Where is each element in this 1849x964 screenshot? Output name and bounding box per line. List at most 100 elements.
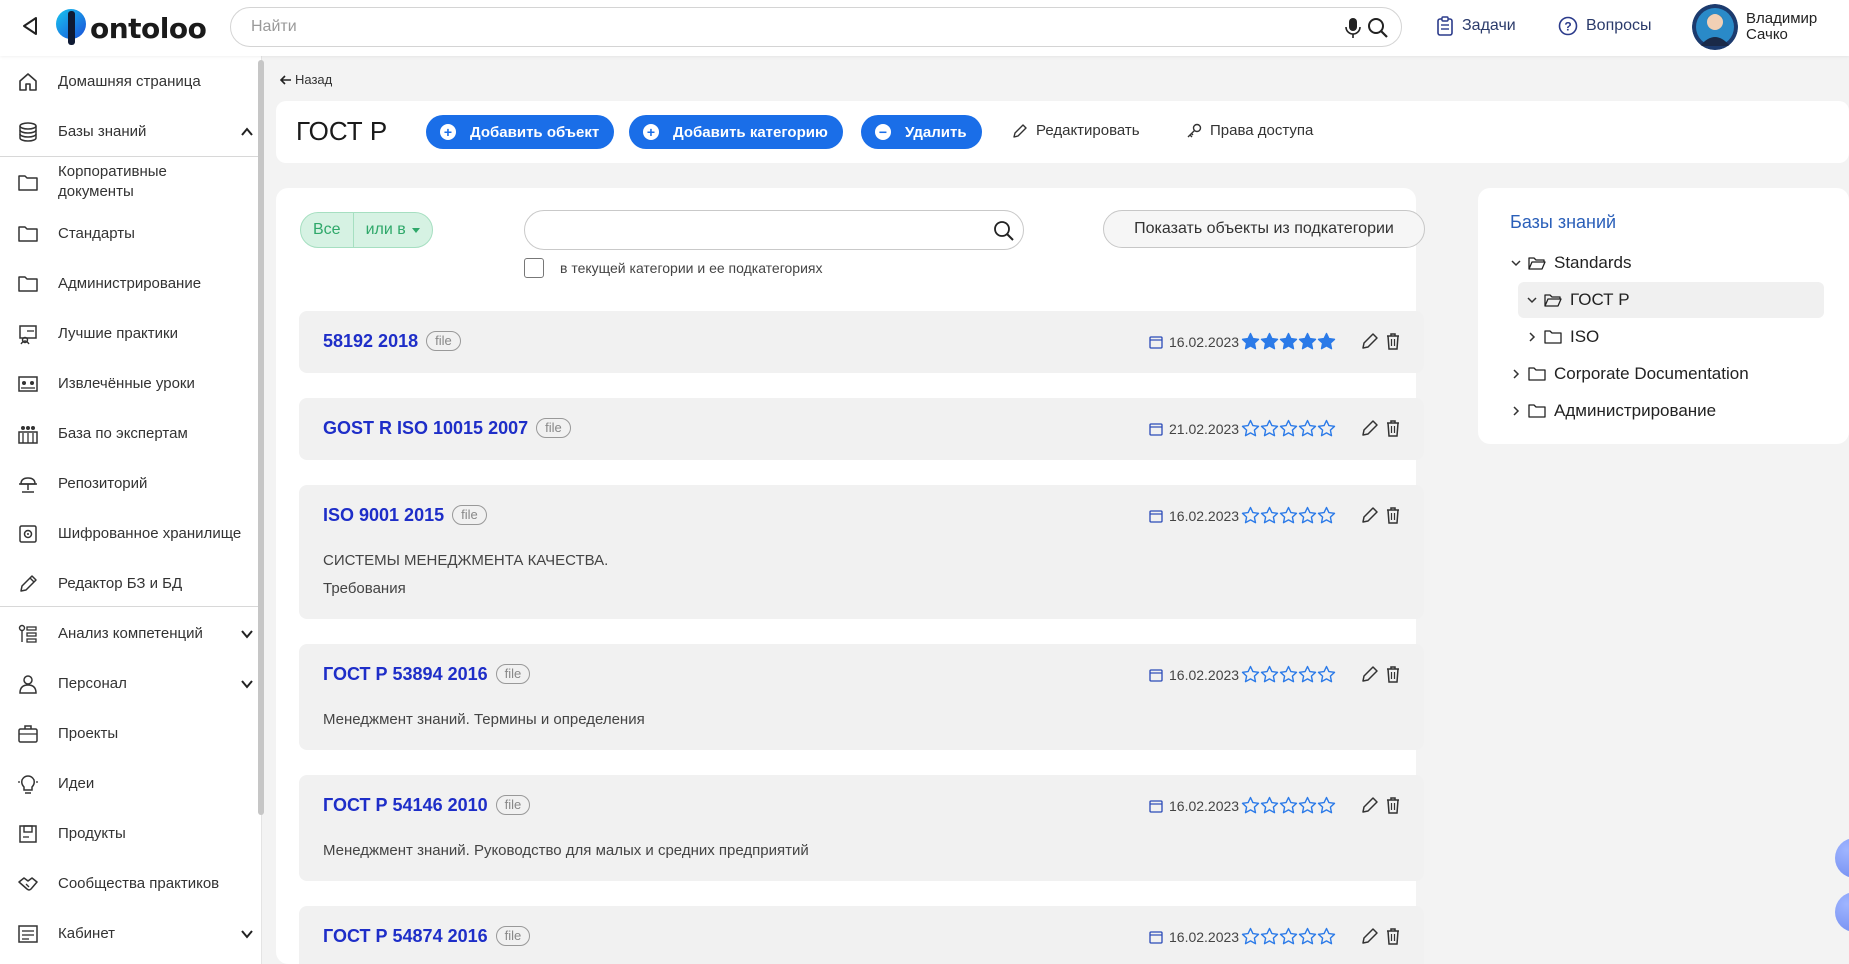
add-object-button[interactable]: + Добавить объект <box>426 115 615 149</box>
star-outline-icon[interactable] <box>1279 419 1298 438</box>
item-title-link[interactable]: GOST R ISO 10015 2007 file <box>323 418 571 439</box>
trash-icon[interactable] <box>1385 796 1401 814</box>
trash-icon[interactable] <box>1385 665 1401 683</box>
sidebar-item-home[interactable]: Домашняя страница <box>0 70 258 94</box>
star-outline-icon[interactable] <box>1298 927 1317 946</box>
list-item[interactable]: ГОСТ Р 54874 2016 file 16.02.2023 <box>299 906 1424 964</box>
tree-node-corporate-documentation[interactable]: Corporate Documentation <box>1510 364 1749 384</box>
sidebar-item-personnel[interactable]: Персонал <box>0 672 258 696</box>
sidebar-item-encrypted-storage[interactable]: Шифрованное хранилище <box>0 522 258 546</box>
user-menu[interactable]: Владимир Сачко <box>1692 4 1826 50</box>
star-outline-icon[interactable] <box>1241 796 1260 815</box>
chevron-down-icon[interactable] <box>240 627 254 641</box>
star-filled-icon[interactable] <box>1260 332 1279 351</box>
star-outline-icon[interactable] <box>1279 665 1298 684</box>
sidebar-item-experts[interactable]: База по экспертам <box>0 422 258 446</box>
pencil-icon[interactable] <box>1361 927 1379 945</box>
tree-node-iso[interactable]: ISO <box>1526 327 1599 347</box>
star-outline-icon[interactable] <box>1260 419 1279 438</box>
item-title-link[interactable]: ISO 9001 2015 file <box>323 505 487 526</box>
star-outline-icon[interactable] <box>1317 665 1336 684</box>
star-outline-icon[interactable] <box>1241 927 1260 946</box>
star-outline-icon[interactable] <box>1260 506 1279 525</box>
item-title-link[interactable]: 58192 2018 file <box>323 331 461 352</box>
rating-stars[interactable] <box>1241 927 1336 946</box>
tasks-link[interactable]: Задачи <box>1436 16 1516 36</box>
sidebar-item-repository[interactable]: Репозиторий <box>0 472 258 496</box>
trash-icon[interactable] <box>1385 927 1401 945</box>
global-search-input[interactable] <box>231 8 1281 46</box>
star-outline-icon[interactable] <box>1317 506 1336 525</box>
item-title-link[interactable]: ГОСТ Р 54874 2016 file <box>323 926 531 947</box>
star-filled-icon[interactable] <box>1298 332 1317 351</box>
back-triangle-icon[interactable] <box>18 14 42 38</box>
star-outline-icon[interactable] <box>1279 796 1298 815</box>
list-item[interactable]: 58192 2018 file 16.02.2023 <box>299 311 1424 373</box>
star-outline-icon[interactable] <box>1241 419 1260 438</box>
pencil-icon[interactable] <box>1361 419 1379 437</box>
chevron-right-icon[interactable] <box>1510 368 1522 380</box>
star-outline-icon[interactable] <box>1279 927 1298 946</box>
star-outline-icon[interactable] <box>1298 506 1317 525</box>
edit-button[interactable]: Редактировать <box>1012 122 1140 139</box>
chevron-down-icon[interactable] <box>240 927 254 941</box>
floating-assistant-button[interactable] <box>1835 838 1849 878</box>
sidebar-item-products[interactable]: Продукты <box>0 822 258 846</box>
access-rights-button[interactable]: Права доступа <box>1186 122 1313 139</box>
sidebar-item-ideas[interactable]: Идеи <box>0 772 258 796</box>
star-outline-icon[interactable] <box>1317 796 1336 815</box>
star-outline-icon[interactable] <box>1260 927 1279 946</box>
star-filled-icon[interactable] <box>1317 332 1336 351</box>
rating-stars[interactable] <box>1241 796 1336 815</box>
sidebar-item-standards[interactable]: Стандарты <box>0 222 258 246</box>
chevron-up-icon[interactable] <box>240 125 254 139</box>
knowledge-tree-title[interactable]: Базы знаний <box>1510 212 1616 233</box>
item-title-link[interactable]: ГОСТ Р 54146 2010 file <box>323 795 531 816</box>
star-outline-icon[interactable] <box>1298 796 1317 815</box>
star-outline-icon[interactable] <box>1298 665 1317 684</box>
rating-stars[interactable] <box>1241 332 1336 351</box>
microphone-icon[interactable] <box>1345 17 1361 39</box>
list-item[interactable]: ГОСТ Р 54146 2010 file 16.02.2023 Менеджм… <box>299 775 1424 881</box>
pencil-icon[interactable] <box>1361 506 1379 524</box>
sidebar-item-communities[interactable]: Сообщества практиков <box>0 872 258 896</box>
chevron-down-icon[interactable] <box>1510 257 1522 269</box>
star-filled-icon[interactable] <box>1279 332 1298 351</box>
questions-link[interactable]: ? Вопросы <box>1558 16 1652 36</box>
search-icon[interactable] <box>993 220 1015 242</box>
sidebar-item-lessons[interactable]: Извлечённые уроки <box>0 372 258 396</box>
chevron-down-icon[interactable] <box>1526 294 1538 306</box>
delete-button[interactable]: − Удалить <box>861 115 982 149</box>
star-outline-icon[interactable] <box>1317 927 1336 946</box>
sidebar-item-cabinet[interactable]: Кабинет <box>0 922 258 946</box>
floating-chat-button[interactable] <box>1835 892 1849 932</box>
add-category-button[interactable]: + Добавить категорию <box>629 115 843 149</box>
sidebar-item-knowledge-bases[interactable]: Базы знаний <box>0 120 258 144</box>
filter-or-in-dropdown[interactable]: или в <box>354 213 432 247</box>
filter-all-button[interactable]: Все <box>301 213 354 247</box>
back-link[interactable]: Назад <box>280 72 332 87</box>
chevron-down-icon[interactable] <box>240 677 254 691</box>
star-outline-icon[interactable] <box>1279 506 1298 525</box>
sidebar-item-projects[interactable]: Проекты <box>0 722 258 746</box>
list-item[interactable]: GOST R ISO 10015 2007 file 21.02.2023 <box>299 398 1424 460</box>
tree-node-gost-r[interactable]: ГОСТ Р <box>1526 290 1630 310</box>
trash-icon[interactable] <box>1385 506 1401 524</box>
subcategories-checkbox[interactable] <box>524 258 544 278</box>
sidebar-scrollbar[interactable] <box>258 60 264 815</box>
star-outline-icon[interactable] <box>1260 665 1279 684</box>
list-item[interactable]: ГОСТ Р 53894 2016 file 16.02.2023 Менеджм… <box>299 644 1424 750</box>
sidebar-item-competence[interactable]: Анализ компетенций <box>0 622 258 646</box>
star-outline-icon[interactable] <box>1298 419 1317 438</box>
star-filled-icon[interactable] <box>1241 332 1260 351</box>
item-title-link[interactable]: ГОСТ Р 53894 2016 file <box>323 664 531 685</box>
sidebar-item-administration[interactable]: Администрирование <box>0 272 258 296</box>
logo[interactable]: ontoloo <box>54 6 207 50</box>
star-outline-icon[interactable] <box>1260 796 1279 815</box>
sidebar-item-kb-editor[interactable]: Редактор БЗ и БД <box>0 572 258 596</box>
rating-stars[interactable] <box>1241 506 1336 525</box>
search-icon[interactable] <box>1367 17 1389 39</box>
chevron-right-icon[interactable] <box>1510 405 1522 417</box>
trash-icon[interactable] <box>1385 332 1401 350</box>
rating-stars[interactable] <box>1241 419 1336 438</box>
